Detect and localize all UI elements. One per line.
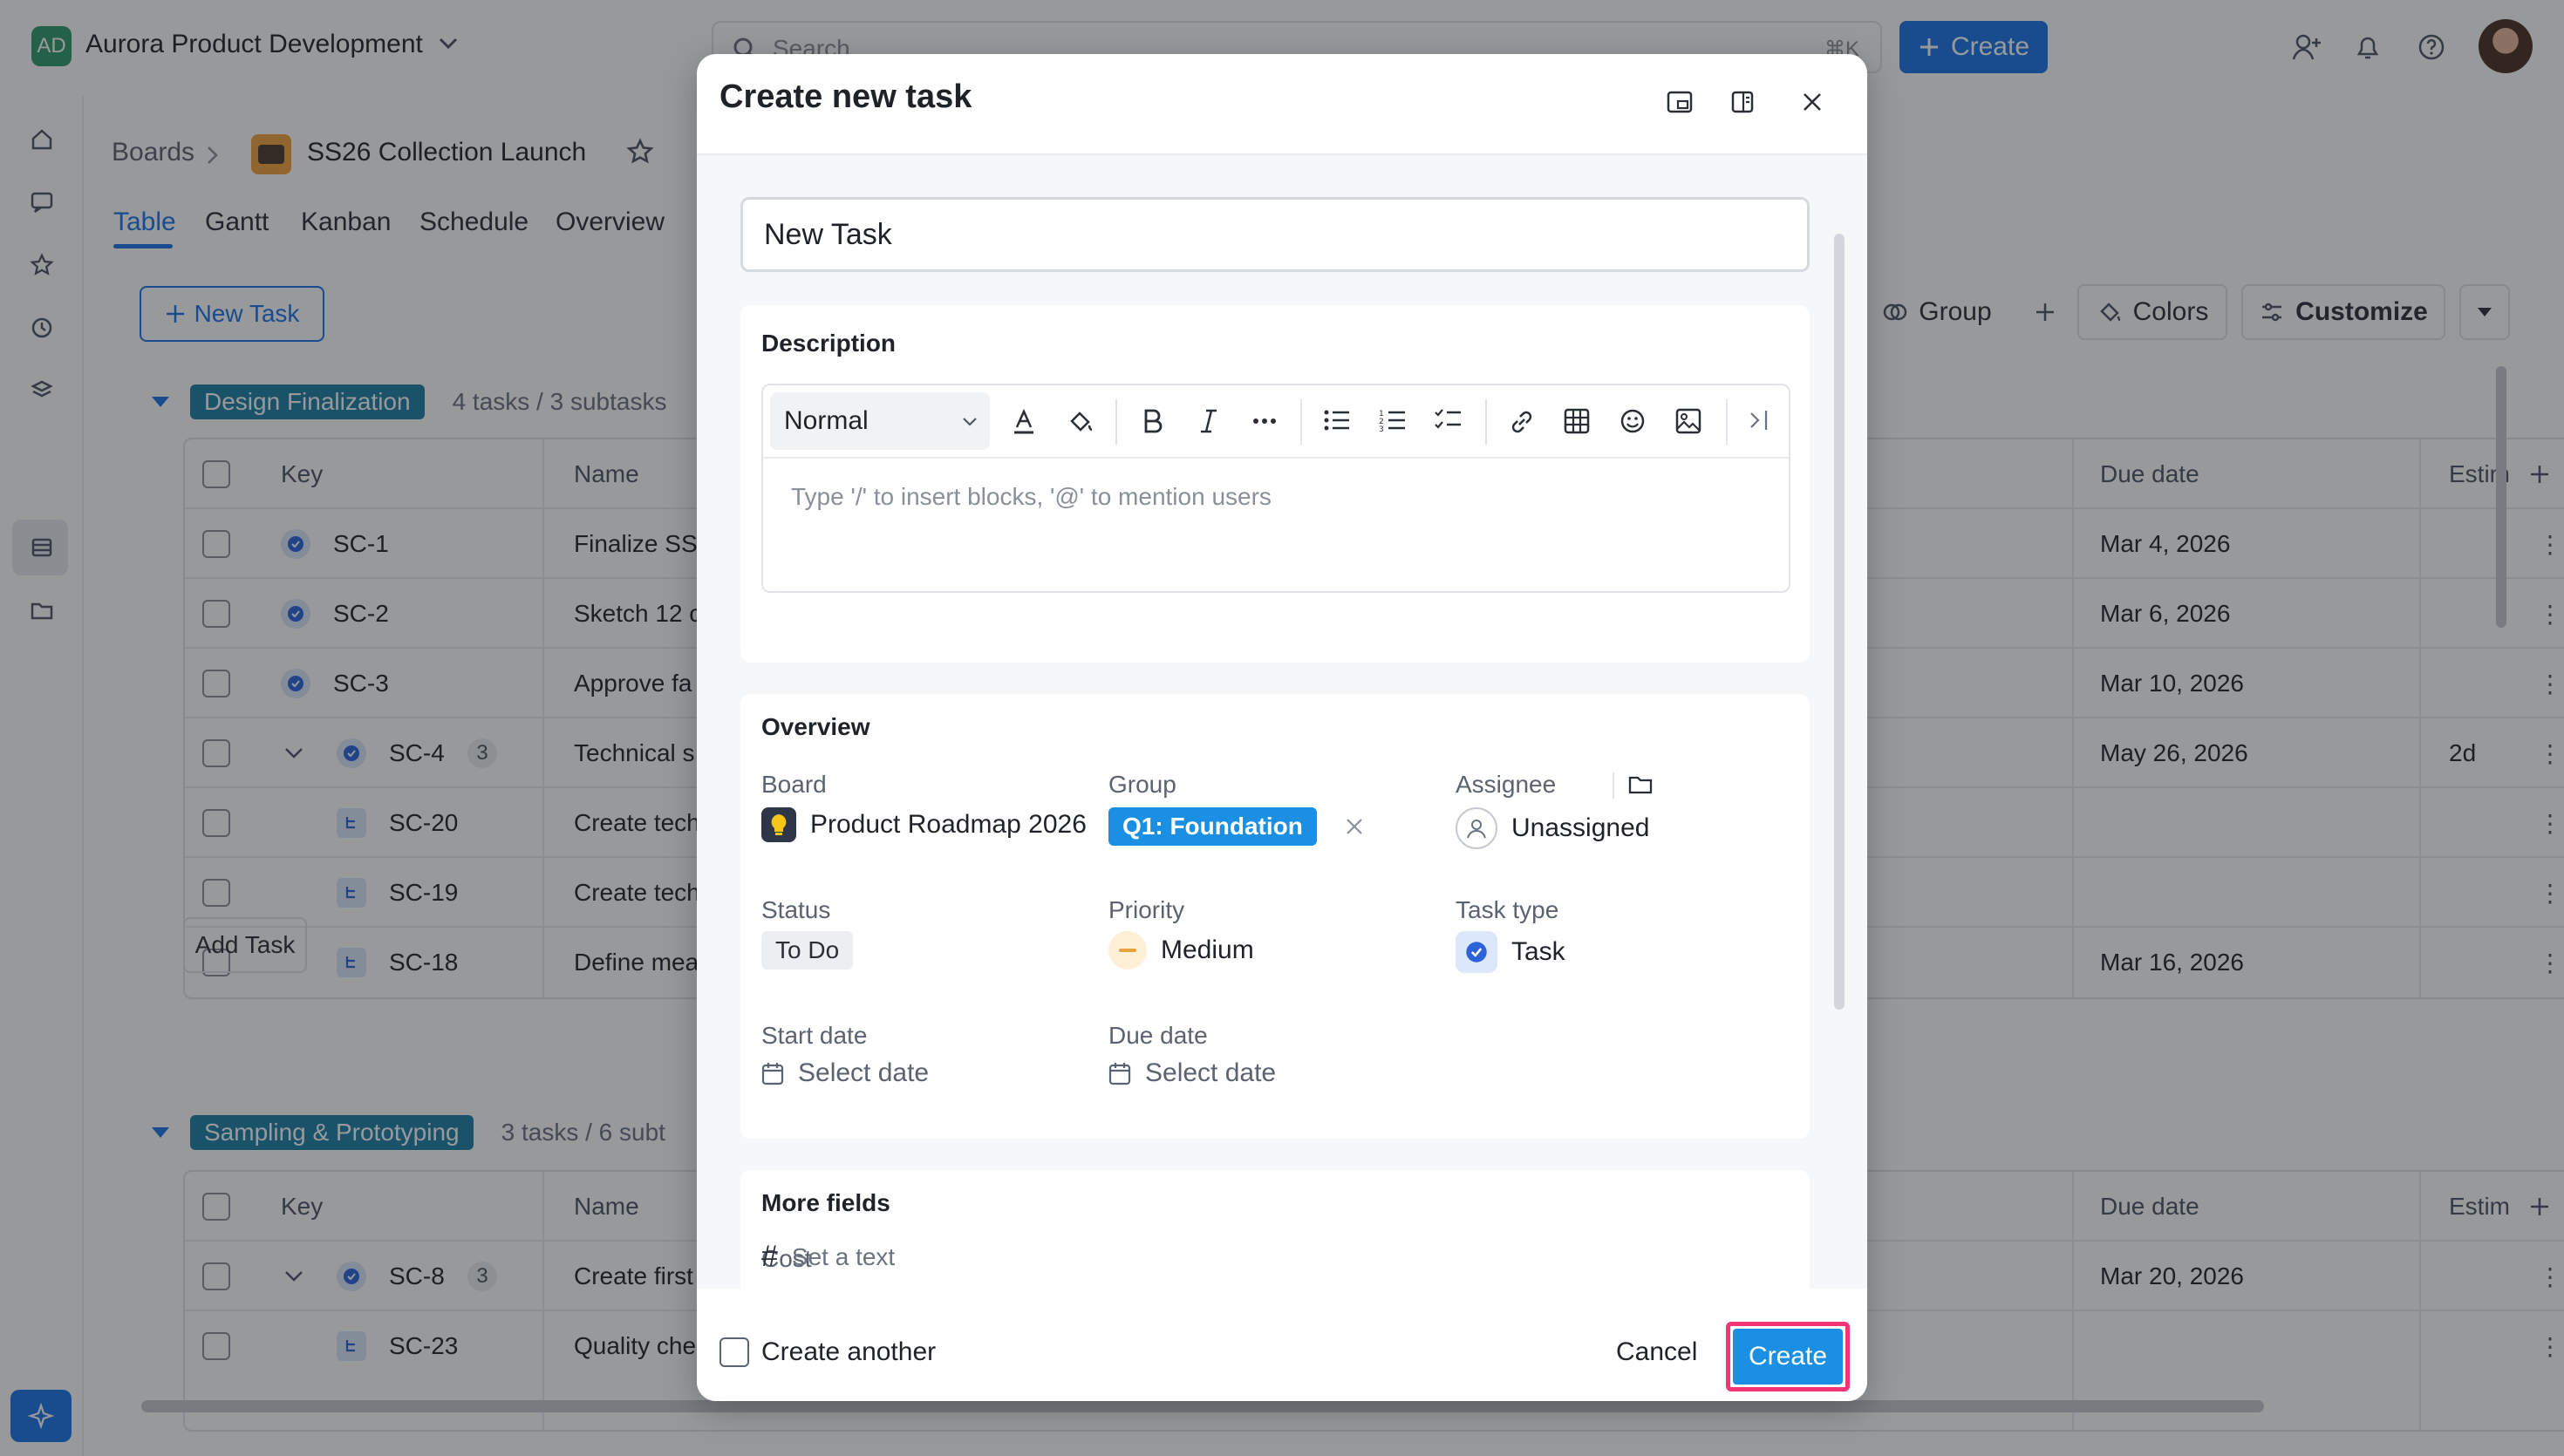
task-check-icon bbox=[1456, 931, 1497, 973]
due-date-field[interactable]: Select date bbox=[1108, 1058, 1276, 1088]
board-field[interactable]: Product Roadmap 2026 bbox=[761, 807, 1087, 842]
status-field[interactable]: To Do bbox=[761, 931, 854, 970]
more-formatting-icon[interactable] bbox=[1251, 417, 1278, 425]
description-editor[interactable]: Normal 123 Type '/' to insert blocks, '@… bbox=[761, 384, 1790, 593]
text-style-value: Normal bbox=[784, 406, 869, 435]
numbered-list-icon[interactable]: 123 bbox=[1379, 408, 1407, 432]
group-field[interactable]: Q1: Foundation bbox=[1108, 807, 1364, 846]
assignee-label: Assignee bbox=[1456, 771, 1557, 798]
cancel-button[interactable]: Cancel bbox=[1616, 1337, 1697, 1367]
group-value: Q1: Foundation bbox=[1108, 807, 1317, 846]
clear-icon[interactable] bbox=[1345, 817, 1364, 836]
table-icon[interactable] bbox=[1564, 408, 1590, 434]
start-date-field[interactable]: Select date bbox=[761, 1058, 929, 1088]
picture-in-picture-icon[interactable] bbox=[1667, 91, 1693, 113]
more-fields-title: More fields bbox=[761, 1189, 890, 1216]
create-task-dialog: Create new task New Task Description Nor… bbox=[697, 54, 1867, 1401]
priority-medium-icon bbox=[1108, 931, 1147, 970]
due-date-label: Due date bbox=[1108, 1022, 1208, 1049]
board-label: Board bbox=[761, 771, 827, 798]
text-style-select[interactable]: Normal bbox=[770, 392, 990, 450]
image-icon[interactable] bbox=[1675, 408, 1701, 434]
assignee-value: Unassigned bbox=[1511, 813, 1650, 842]
board-value: Product Roadmap 2026 bbox=[810, 810, 1087, 839]
chevron-down-icon bbox=[963, 418, 977, 426]
italic-icon[interactable] bbox=[1197, 408, 1220, 434]
more-fields-card: More fields Cost bbox=[740, 1170, 1810, 1289]
tasktype-value: Task bbox=[1511, 937, 1565, 966]
create-button[interactable]: Create bbox=[1733, 1329, 1843, 1385]
collapse-toolbar-icon[interactable] bbox=[1749, 408, 1771, 432]
calendar-icon bbox=[761, 1063, 784, 1085]
cost-field[interactable]: # Set a text bbox=[761, 1240, 895, 1274]
description-card: Description Normal 123 Type '/' to inser… bbox=[740, 305, 1810, 663]
bullet-list-icon[interactable] bbox=[1323, 408, 1351, 432]
assignee-divider bbox=[1613, 772, 1614, 799]
group-label: Group bbox=[1108, 771, 1176, 798]
editor-placeholder: Type '/' to insert blocks, '@' to mentio… bbox=[791, 483, 1272, 510]
tasktype-label: Task type bbox=[1456, 896, 1559, 923]
calendar-icon bbox=[1108, 1063, 1131, 1085]
due-date-value: Select date bbox=[1145, 1058, 1277, 1087]
dialog-title: Create new task bbox=[719, 78, 972, 115]
side-panel-icon[interactable] bbox=[1731, 91, 1754, 113]
assignee-field[interactable]: Unassigned bbox=[1456, 807, 1649, 849]
description-title: Description bbox=[761, 330, 897, 357]
task-name-input[interactable]: New Task bbox=[740, 197, 1810, 272]
dialog-footer: Create another Cancel Create bbox=[697, 1289, 1867, 1401]
start-date-value: Select date bbox=[798, 1058, 930, 1087]
start-date-label: Start date bbox=[761, 1022, 868, 1049]
link-icon[interactable] bbox=[1508, 408, 1536, 436]
create-another-label[interactable]: Create another bbox=[761, 1337, 936, 1367]
lightbulb-icon bbox=[761, 807, 796, 842]
hash-icon: # bbox=[761, 1240, 778, 1273]
dialog-scrollbar[interactable] bbox=[1834, 234, 1845, 1010]
status-label: Status bbox=[761, 896, 831, 923]
overview-card: Overview Board Product Roadmap 2026 Grou… bbox=[740, 694, 1810, 1139]
overview-title: Overview bbox=[761, 713, 870, 740]
text-color-icon[interactable] bbox=[1011, 408, 1037, 436]
emoji-icon[interactable] bbox=[1620, 408, 1646, 434]
cost-placeholder: Set a text bbox=[791, 1242, 896, 1270]
folder-group-icon[interactable] bbox=[1628, 772, 1654, 797]
highlight-icon[interactable] bbox=[1067, 408, 1094, 436]
tasktype-field[interactable]: Task bbox=[1456, 931, 1565, 973]
priority-field[interactable]: Medium bbox=[1108, 931, 1254, 970]
svg-text:3: 3 bbox=[1379, 425, 1384, 432]
checklist-icon[interactable] bbox=[1435, 408, 1463, 432]
close-icon[interactable] bbox=[1801, 91, 1824, 113]
priority-value: Medium bbox=[1161, 936, 1254, 964]
editor-toolbar: Normal 123 bbox=[763, 385, 1789, 459]
user-icon bbox=[1456, 807, 1497, 849]
create-another-checkbox[interactable] bbox=[719, 1337, 749, 1367]
bold-icon[interactable] bbox=[1142, 408, 1164, 434]
priority-label: Priority bbox=[1108, 896, 1185, 923]
status-value: To Do bbox=[761, 931, 854, 970]
